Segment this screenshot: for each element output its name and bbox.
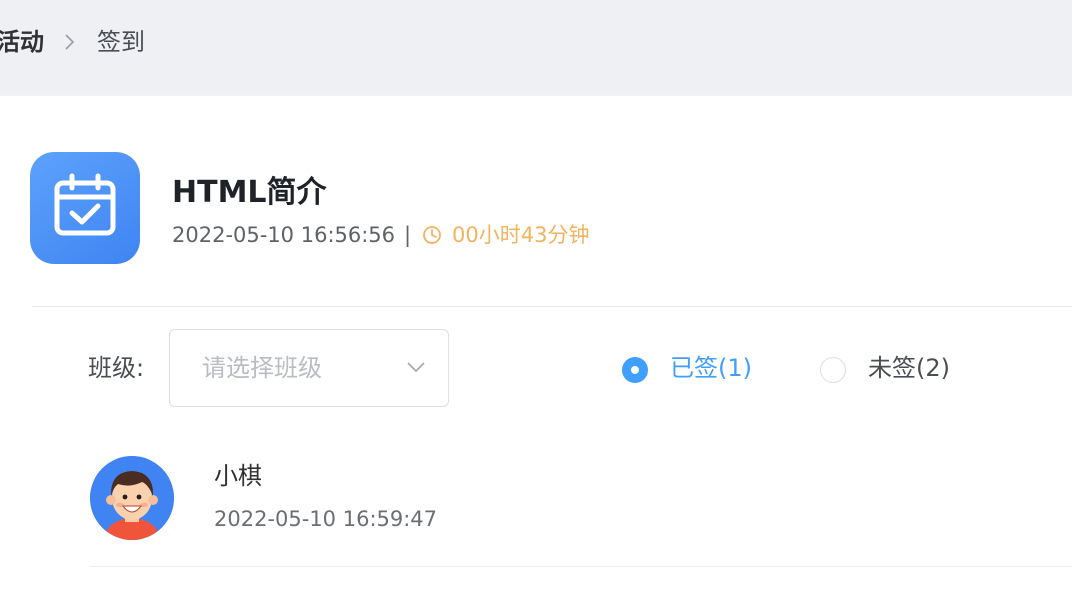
breadcrumb: 活动 签到 <box>0 0 1072 92</box>
chevron-right-icon <box>65 34 75 50</box>
radio-unsigned-label[interactable]: 未签(2) <box>868 352 950 384</box>
event-duration: 00小时43分钟 <box>452 223 590 247</box>
section-divider <box>32 306 1072 307</box>
event-date: 2022-05-10 16:56:56 <box>172 223 396 247</box>
student-signin-time: 2022-05-10 16:59:47 <box>214 507 438 531</box>
avatar <box>90 456 174 540</box>
radio-signed-indicator[interactable] <box>622 357 648 383</box>
class-select[interactable]: 请选择班级 <box>169 329 449 407</box>
event-title: HTML简介 <box>172 175 327 210</box>
meta-separator: | <box>404 223 412 247</box>
radio-signed-label[interactable]: 已签(1) <box>670 352 752 384</box>
breadcrumb-current: 签到 <box>97 28 145 56</box>
radio-signed[interactable]: 已签(1) <box>622 352 772 385</box>
class-select-placeholder: 请选择班级 <box>202 354 322 382</box>
signin-card: HTML简介 2022-05-10 16:56:56 | 00小时43分钟 班级… <box>0 96 1072 616</box>
row-divider <box>90 566 1072 567</box>
clock-icon <box>423 226 441 244</box>
chevron-down-icon <box>407 362 425 373</box>
breadcrumb-parent[interactable]: 活动 <box>0 26 44 58</box>
boy-avatar-icon <box>90 456 174 540</box>
radio-unsigned-indicator[interactable] <box>820 357 846 383</box>
calendar-check-icon <box>30 152 140 264</box>
class-label: 班级: <box>88 354 145 382</box>
student-name: 小棋 <box>214 462 262 490</box>
radio-unsigned[interactable]: 未签(2) <box>820 352 970 385</box>
